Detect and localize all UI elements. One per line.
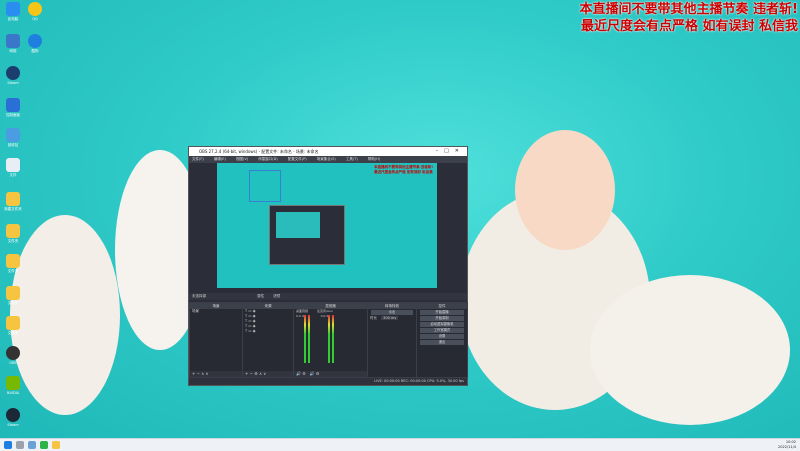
obs-title: OBS 27.2.4 (64-bit, windows) - 配置文件: 未命名…: [199, 149, 319, 154]
start-streaming-button[interactable]: 开始直播: [420, 310, 464, 315]
mixer-channel-mic: 麦克风/Aux: [316, 309, 333, 313]
folder-icon[interactable]: 新建文件夹: [2, 192, 24, 211]
scenes-footer: + − ∧ ∨: [190, 371, 242, 377]
task-view-icon[interactable]: [28, 441, 36, 449]
obs-preview[interactable]: 本直播间不要带其他主播节奏 违者斩! 最近尺度会有点严格 如有误封 私信我: [217, 163, 437, 288]
desktop: 此电脑 QQ 网络 酷狗 Steam 控制面板 回收站 文件 新建文件夹 文件夹…: [0, 0, 800, 438]
start-recording-button[interactable]: 开始录制: [420, 316, 464, 321]
wallpaper-baby-right-face: [515, 130, 615, 250]
wallpaper-bear-left: [10, 215, 120, 415]
desktop-icon[interactable]: 文件: [2, 158, 24, 177]
desktop-icon[interactable]: 控制面板: [2, 98, 24, 117]
stream-notice: 本直播间不要带其他主播节奏 违者斩! 最近尺度会有点严格 如有误封 私信我: [580, 1, 798, 35]
taskbar: 10:02 2022/11/4: [0, 438, 800, 451]
settings-button[interactable]: 设置: [420, 334, 464, 339]
desktop-icon[interactable]: 回收站: [2, 128, 24, 147]
steam-icon[interactable]: Steam: [2, 408, 24, 427]
desktop-icon[interactable]: Steam: [2, 66, 24, 85]
mixer-dock: 混音器 桌面音频 麦克风/Aux 0.0 dB 0.0 dB 🔊 ⚙ 🔊 ⚙: [293, 302, 368, 378]
menu-docks[interactable]: 停靠窗口(D): [258, 157, 277, 161]
menu-file[interactable]: 文件(F): [192, 157, 204, 161]
obs-titlebar[interactable]: OBS 27.2.4 (64-bit, windows) - 配置文件: 未命名…: [189, 147, 467, 156]
notice-line-1: 本直播间不要带其他主播节奏 违者斩!: [579, 2, 798, 17]
obs-statusbar: LIVE: 00:00:00 REC: 00:00:00 CPU: 5.0%, …: [189, 378, 467, 385]
obs-menubar: 文件(F) 编辑(E) 视图(V) 停靠窗口(D) 配置文件(P) 场景集合(S…: [189, 156, 467, 163]
system-tray[interactable]: 10:02 2022/11/4: [778, 440, 796, 450]
no-source-selected: 未选择源: [192, 294, 206, 298]
folder-icon[interactable]: 文件夹: [2, 254, 24, 273]
virtual-camera-button[interactable]: 启动虚拟摄像机: [420, 322, 464, 327]
minimize-icon[interactable]: –: [436, 148, 445, 154]
window-controls: –□✕: [436, 147, 465, 156]
folder-icon[interactable]: 文件夹: [2, 286, 24, 305]
file-explorer-icon[interactable]: [52, 441, 60, 449]
scene-item[interactable]: 场景: [190, 309, 242, 314]
studio-mode-button[interactable]: 工作室模式: [420, 328, 464, 333]
search-icon[interactable]: [16, 441, 24, 449]
volume-meter: [328, 315, 330, 363]
menu-scene-collection[interactable]: 场景集合(S): [317, 157, 336, 161]
obs-docks: 场景 场景 + − ∧ ∨ 来源 T ▭ ◉ T ▭ ◉ T ▭ ◉ T ▭ ◉…: [189, 302, 468, 378]
folder-icon[interactable]: 文件夹: [2, 316, 24, 335]
scenes-dock: 场景 场景 + − ∧ ∨: [189, 302, 243, 378]
menu-profile[interactable]: 配置文件(P): [288, 157, 307, 161]
menu-view[interactable]: 视图(V): [236, 157, 248, 161]
preview-notice: 本直播间不要带其他主播节奏 违者斩! 最近尺度会有点严格 如有误封 私信我: [374, 165, 433, 174]
maximize-icon[interactable]: □: [444, 148, 455, 154]
desktop-icon[interactable]: 此电脑: [2, 2, 24, 21]
mixer-channel-desktop: 桌面音频: [296, 309, 309, 313]
transition-type-select[interactable]: 淡出: [371, 310, 413, 315]
menu-edit[interactable]: 编辑(E): [214, 157, 226, 161]
filters-button[interactable]: 滤镜: [273, 294, 280, 298]
duration-input[interactable]: 300 ms: [381, 316, 399, 320]
menu-help[interactable]: 帮助(H): [368, 157, 380, 161]
nvidia-icon[interactable]: NVIDIA: [2, 376, 24, 395]
duration-label: 时长: [370, 316, 377, 320]
folder-icon[interactable]: 文件夹: [2, 224, 24, 243]
menu-tools[interactable]: 工具(T): [346, 157, 358, 161]
controls-title: 控件: [417, 303, 467, 309]
sources-footer: + − ⚙ ∧ ∨: [243, 371, 293, 377]
preview-recursive-obs: [269, 205, 345, 265]
preview-selection-box: [249, 170, 281, 202]
wallpaper-bear-right: [590, 275, 790, 425]
source-toolbar: 未选择源 属性 滤镜: [189, 293, 467, 300]
sources-dock: 来源 T ▭ ◉ T ▭ ◉ T ▭ ◉ T ▭ ◉ T ▭ ◉ + − ⚙ ∧…: [242, 302, 294, 378]
app-icon[interactable]: [40, 441, 48, 449]
properties-button[interactable]: 属性: [257, 294, 264, 298]
exit-button[interactable]: 退出: [420, 340, 464, 345]
notice-line-2: 最近尺度会有点严格 如有误封 私信我: [580, 19, 798, 34]
obs-icon[interactable]: OBS: [2, 346, 24, 365]
desktop-icon[interactable]: 网络: [2, 34, 24, 53]
source-item[interactable]: T ▭ ◉: [243, 329, 293, 334]
transitions-dock: 转场特效 淡出 时长 300 ms: [367, 302, 417, 378]
close-icon[interactable]: ✕: [455, 148, 465, 154]
volume-meter: [308, 315, 310, 363]
desktop-icon[interactable]: QQ: [24, 2, 46, 21]
controls-dock: 控件 开始直播 开始录制 启动虚拟摄像机 工作室模式 设置 退出: [416, 302, 468, 378]
volume-meter: [304, 315, 306, 363]
mixer-footer: 🔊 ⚙ 🔊 ⚙: [294, 371, 367, 377]
clock-date: 2022/11/4: [778, 445, 796, 449]
obs-window[interactable]: OBS 27.2.4 (64-bit, windows) - 配置文件: 未命名…: [188, 146, 468, 386]
volume-meter: [332, 315, 334, 363]
desktop-icon[interactable]: 酷狗: [24, 34, 46, 53]
transitions-title: 转场特效: [368, 303, 416, 309]
start-icon[interactable]: [4, 441, 12, 449]
